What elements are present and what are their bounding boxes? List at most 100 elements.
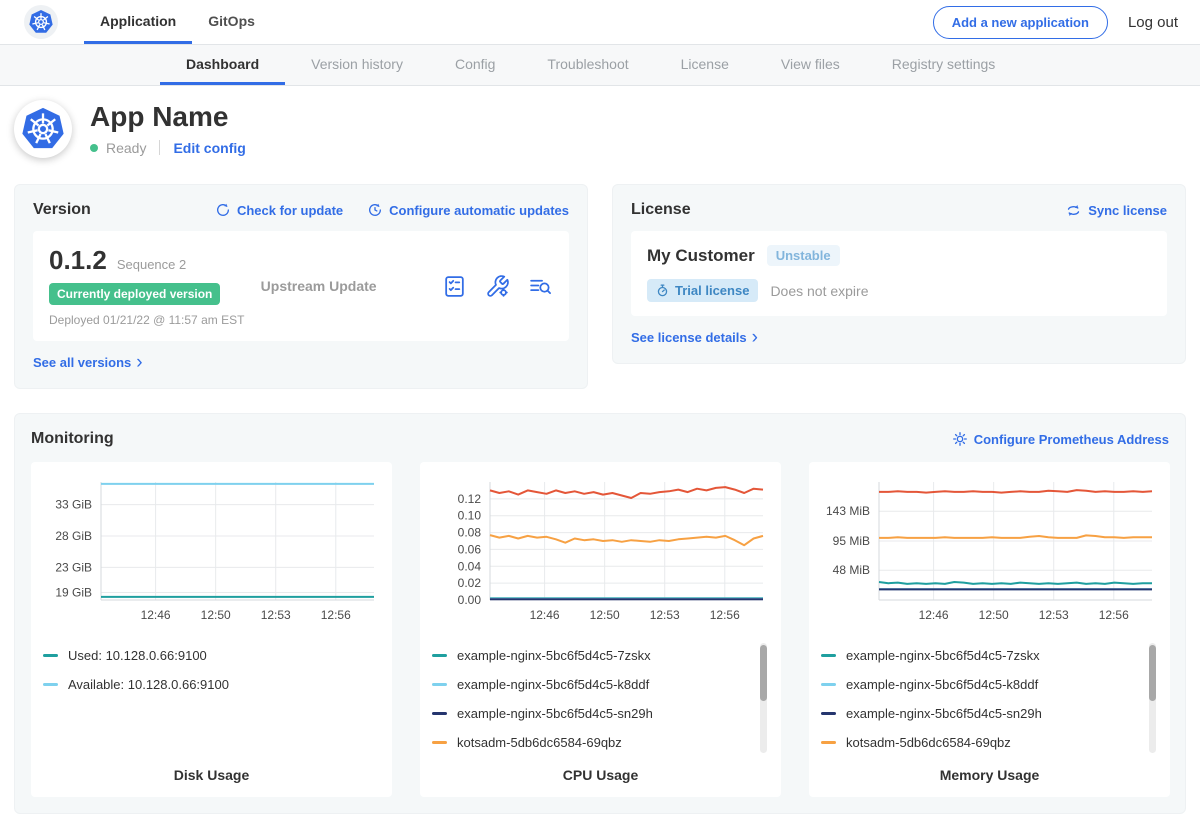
configure-prometheus-link[interactable]: Configure Prometheus Address bbox=[952, 431, 1169, 447]
subnav-tab-license[interactable]: License bbox=[655, 45, 755, 85]
version-source: Upstream Update bbox=[261, 278, 442, 294]
legend-item: Available: 10.128.0.66:9100 bbox=[43, 670, 362, 699]
svg-text:12:53: 12:53 bbox=[261, 608, 291, 622]
svg-text:12:50: 12:50 bbox=[979, 608, 1009, 622]
divider bbox=[159, 140, 160, 155]
svg-text:12:46: 12:46 bbox=[919, 608, 949, 622]
kubernetes-app-icon bbox=[20, 106, 66, 152]
memory-usage-legend: example-nginx-5bc6f5d4c5-7zskx example-ng… bbox=[821, 641, 1158, 759]
app-sub-nav: DashboardVersion historyConfigTroublesho… bbox=[0, 44, 1200, 86]
topnav-tabs: ApplicationGitOps bbox=[84, 0, 271, 44]
legend-item: example-nginx-5bc6f5d4c5-7zskx bbox=[432, 641, 751, 670]
logout-button[interactable]: Log out bbox=[1128, 14, 1178, 31]
config-wrench-gear-icon[interactable] bbox=[485, 274, 510, 299]
app-header: App Name Ready Edit config bbox=[0, 86, 1200, 174]
topnav-tab-application[interactable]: Application bbox=[84, 0, 192, 44]
configure-automatic-updates-link[interactable]: Configure automatic updates bbox=[367, 202, 569, 218]
svg-text:0.04: 0.04 bbox=[458, 559, 482, 573]
monitoring-title: Monitoring bbox=[31, 430, 114, 448]
disk-usage-title: Disk Usage bbox=[43, 767, 380, 783]
svg-text:12:53: 12:53 bbox=[1039, 608, 1069, 622]
cpu-usage-plot: 0.000.020.040.060.080.100.1212:4612:5012… bbox=[432, 474, 769, 624]
see-all-versions-link[interactable]: See all versions › bbox=[33, 355, 143, 370]
legend-dash-icon bbox=[821, 683, 836, 686]
cpu-usage-legend: example-nginx-5bc6f5d4c5-7zskx example-ng… bbox=[432, 641, 769, 759]
legend-item: kotsadm-5db6dc6584-69qbz bbox=[821, 728, 1140, 757]
svg-text:12:53: 12:53 bbox=[650, 608, 680, 622]
svg-text:12:50: 12:50 bbox=[201, 608, 231, 622]
see-all-versions-label: See all versions bbox=[33, 355, 131, 370]
legend-scrollbar-thumb[interactable] bbox=[760, 645, 767, 701]
legend-scrollbar-track[interactable] bbox=[760, 643, 767, 753]
svg-text:33 GiB: 33 GiB bbox=[55, 498, 92, 512]
license-details-box: My Customer Unstable Trial license Does … bbox=[631, 231, 1167, 316]
status-dot bbox=[90, 144, 98, 152]
chevron-right-icon: › bbox=[136, 355, 142, 370]
svg-text:12:56: 12:56 bbox=[321, 608, 351, 622]
configure-automatic-updates-label: Configure automatic updates bbox=[389, 203, 569, 218]
svg-text:0.10: 0.10 bbox=[458, 509, 482, 523]
memory-usage-plot: 48 MiB95 MiB143 MiB12:4612:5012:5312:56 bbox=[821, 474, 1158, 624]
svg-text:0.08: 0.08 bbox=[458, 526, 482, 540]
license-expiry: Does not expire bbox=[770, 283, 868, 299]
legend-dash-icon bbox=[432, 654, 447, 657]
legend-dash-icon bbox=[821, 741, 836, 744]
subnav-tab-dashboard[interactable]: Dashboard bbox=[160, 45, 285, 85]
license-card: License Sync license My Customer Unstabl… bbox=[612, 184, 1186, 364]
check-for-update-link[interactable]: Check for update bbox=[215, 202, 343, 218]
legend-scrollbar-track[interactable] bbox=[1149, 643, 1156, 753]
subnav-tab-view-files[interactable]: View files bbox=[755, 45, 866, 85]
legend-dash-icon bbox=[432, 741, 447, 744]
kubernetes-logo-button[interactable] bbox=[24, 5, 58, 39]
license-card-title: License bbox=[631, 201, 691, 219]
svg-text:0.12: 0.12 bbox=[458, 492, 482, 506]
add-application-button[interactable]: Add a new application bbox=[933, 6, 1108, 39]
subnav-tab-version-history[interactable]: Version history bbox=[285, 45, 429, 85]
top-nav: ApplicationGitOps Add a new application … bbox=[0, 0, 1200, 44]
topnav-tab-gitops[interactable]: GitOps bbox=[192, 0, 271, 44]
svg-text:12:56: 12:56 bbox=[1099, 608, 1129, 622]
legend-label: example-nginx-5bc6f5d4c5-k8ddf bbox=[846, 677, 1038, 692]
svg-text:0.06: 0.06 bbox=[458, 543, 482, 557]
legend-label: kotsadm-5db6dc6584-69qbz bbox=[846, 735, 1011, 750]
disk-usage-plot: 19 GiB23 GiB28 GiB33 GiB12:4612:5012:531… bbox=[43, 474, 380, 624]
svg-text:95 MiB: 95 MiB bbox=[833, 534, 870, 548]
sync-license-link[interactable]: Sync license bbox=[1065, 202, 1167, 219]
chart-card-cpu-usage: 0.000.020.040.060.080.100.1212:4612:5012… bbox=[420, 462, 781, 797]
customer-name: My Customer bbox=[647, 246, 755, 266]
currently-deployed-badge: Currently deployed version bbox=[49, 283, 220, 305]
legend-dash-icon bbox=[43, 683, 58, 686]
sync-license-label: Sync license bbox=[1088, 203, 1167, 218]
stopwatch-icon bbox=[656, 284, 669, 297]
monitoring-section: Monitoring Configure Prometheus Address … bbox=[14, 413, 1186, 814]
subnav-tab-config[interactable]: Config bbox=[429, 45, 521, 85]
see-license-details-link[interactable]: See license details › bbox=[631, 330, 758, 345]
edit-config-link[interactable]: Edit config bbox=[173, 140, 245, 156]
preflight-checklist-icon[interactable] bbox=[442, 274, 467, 299]
legend-item: example-nginx-5bc6f5d4c5-7zskx bbox=[821, 641, 1140, 670]
svg-text:0.02: 0.02 bbox=[458, 576, 482, 590]
status-text: Ready bbox=[106, 140, 146, 156]
legend-item: example-nginx-5bc6f5d4c5-sn29h bbox=[821, 699, 1140, 728]
kubernetes-logo-icon bbox=[28, 9, 54, 35]
clock-rotate-icon bbox=[367, 202, 383, 218]
view-logs-icon[interactable] bbox=[528, 274, 553, 299]
legend-scrollbar-thumb[interactable] bbox=[1149, 645, 1156, 701]
legend-label: kotsadm-5db6dc6584-69qbz bbox=[457, 735, 622, 750]
current-version-box: 0.1.2 Sequence 2 Currently deployed vers… bbox=[33, 231, 569, 341]
legend-label: Used: 10.128.0.66:9100 bbox=[68, 648, 207, 663]
subnav-tab-registry-settings[interactable]: Registry settings bbox=[866, 45, 1021, 85]
legend-dash-icon bbox=[821, 654, 836, 657]
svg-text:48 MiB: 48 MiB bbox=[833, 563, 870, 577]
legend-label: Available: 10.128.0.66:9100 bbox=[68, 677, 229, 692]
channel-badge: Unstable bbox=[767, 245, 840, 266]
svg-text:12:46: 12:46 bbox=[530, 608, 560, 622]
legend-label: example-nginx-5bc6f5d4c5-sn29h bbox=[457, 706, 653, 721]
svg-text:0.00: 0.00 bbox=[458, 593, 482, 607]
legend-label: example-nginx-5bc6f5d4c5-sn29h bbox=[846, 706, 1042, 721]
svg-text:28 GiB: 28 GiB bbox=[55, 529, 92, 543]
charts-row: 19 GiB23 GiB28 GiB33 GiB12:4612:5012:531… bbox=[31, 462, 1169, 797]
subnav-tab-troubleshoot[interactable]: Troubleshoot bbox=[521, 45, 654, 85]
app-logo bbox=[14, 100, 72, 158]
cpu-usage-title: CPU Usage bbox=[432, 767, 769, 783]
